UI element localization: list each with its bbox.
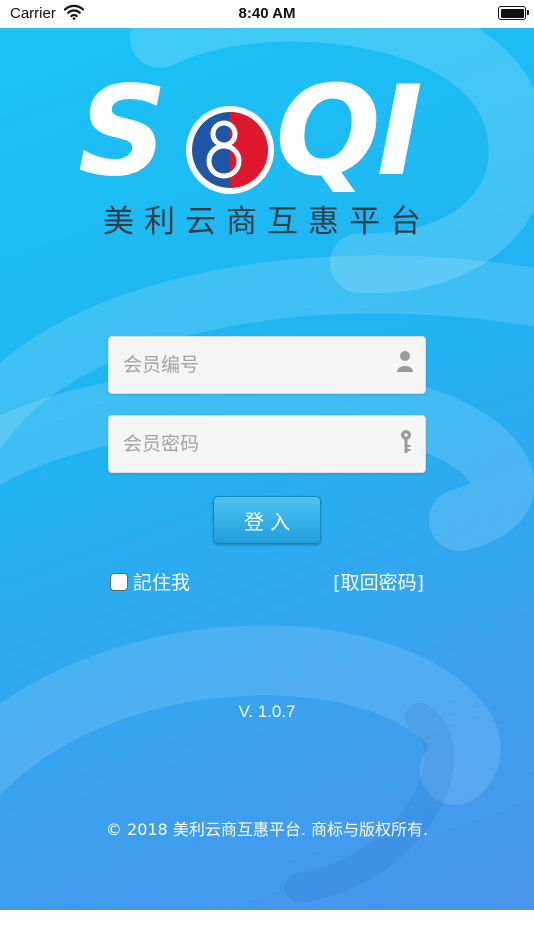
platform-subtitle: 美利云商互惠平台: [103, 204, 431, 240]
logo-emblem-icon: [186, 106, 274, 194]
soqi-logo: S QI: [78, 60, 458, 205]
remember-label: 記住我: [133, 572, 191, 594]
password-field: [108, 415, 426, 473]
forgot-password-link[interactable]: [取回密码]: [333, 568, 424, 595]
login-button[interactable]: 登入: [213, 496, 321, 544]
remember-me[interactable]: 記住我: [110, 568, 190, 595]
logo-letters-qi: QI: [275, 60, 423, 204]
member-id-input[interactable]: [109, 337, 393, 393]
password-input[interactable]: [109, 416, 393, 472]
version-label: V. 1.0.7: [238, 702, 296, 721]
key-icon: [399, 429, 413, 460]
battery-icon: [498, 6, 529, 20]
logo-letter-s: S: [78, 60, 167, 204]
copyright-notice: © 2018 美利云商互惠平台. 商标与版权所有.: [105, 820, 429, 839]
login-screen: S QI 美利云商互惠平台 会员编号 登入 記住我 [取回密码] V. 1.0.…: [0, 28, 534, 910]
status-bar: Carrier 8:40 AM: [0, 0, 534, 28]
bottom-safe-area: [0, 910, 534, 950]
user-icon: [397, 350, 413, 379]
status-time: 8:40 AM: [238, 5, 296, 22]
remember-checkbox[interactable]: [110, 572, 128, 591]
member-id-field: [108, 336, 426, 394]
